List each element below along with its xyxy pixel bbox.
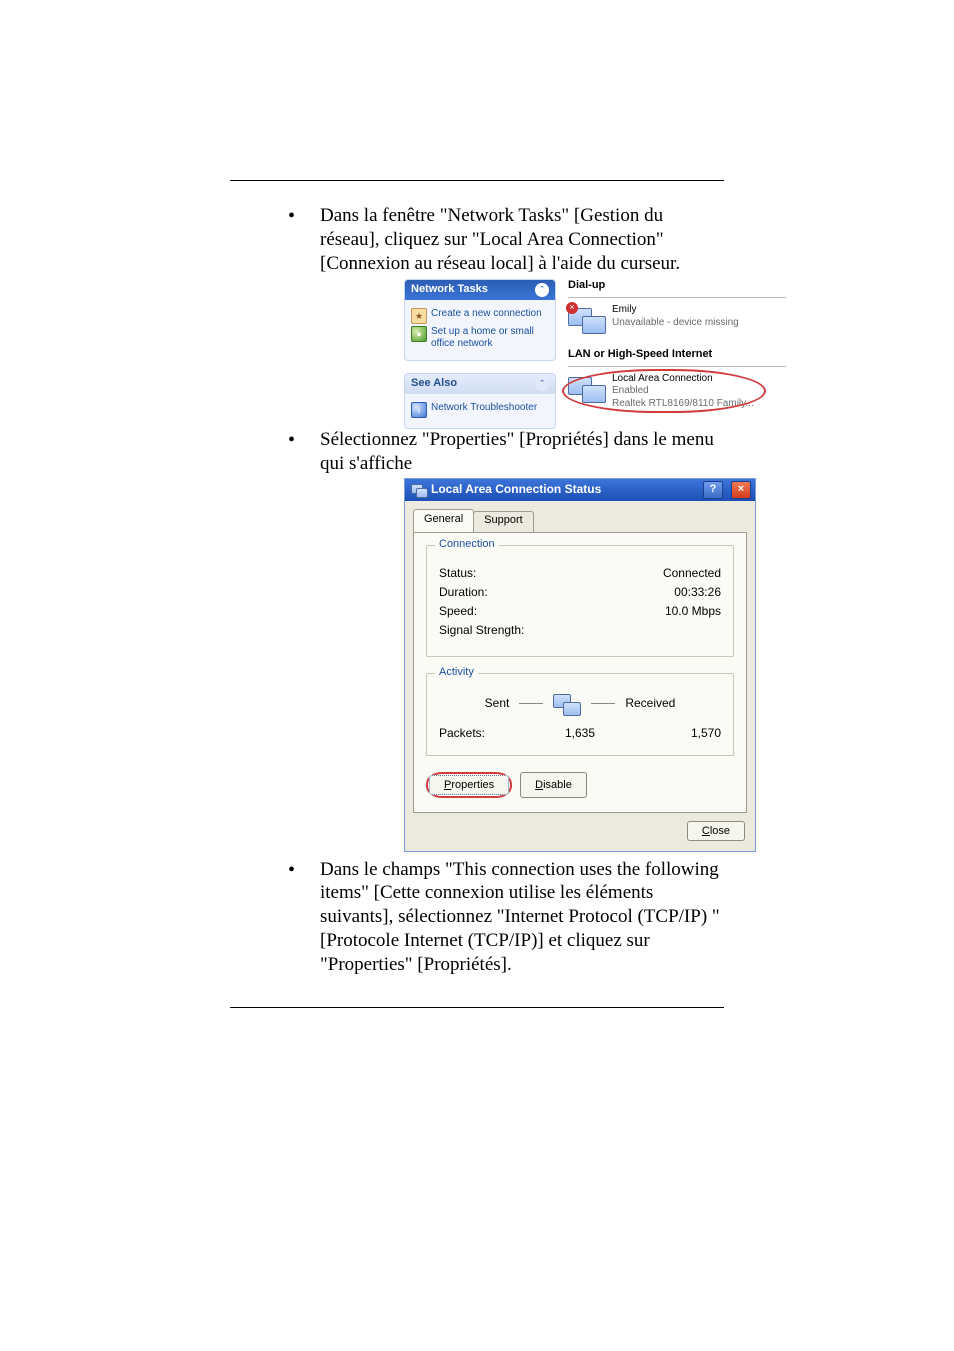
conn-name: Emily (612, 304, 739, 317)
panel-see-also: See Also ˆ i Network Troubleshooter (404, 373, 556, 429)
window-title: Local Area Connection Status (431, 482, 695, 497)
info-icon: i (411, 402, 427, 418)
value-duration: 00:33:26 (674, 585, 721, 600)
group-connection: Connection Status:Connected Duration:00:… (426, 545, 734, 657)
task-label: Create a new connection (431, 308, 542, 320)
globe-icon: ● (411, 326, 427, 342)
tab-general[interactable]: General (413, 509, 474, 532)
error-x-icon: × (566, 302, 578, 314)
disable-button[interactable]: Disable (520, 772, 587, 798)
titlebar: Local Area Connection Status ? × (405, 479, 755, 501)
activity-icon (553, 692, 581, 716)
value-packets-received: 1,570 (627, 726, 721, 741)
task-label: Set up a home or small office network (431, 326, 549, 350)
dash-left (519, 703, 543, 704)
bullet-text: Dans la fenêtre "Network Tasks" [Gestion… (320, 205, 680, 274)
panel-title: See Also (411, 377, 457, 391)
doc-bullet-1: Dans la fenêtre "Network Tasks" [Gestion… (230, 204, 724, 422)
annotation-highlight-ring: Properties (426, 772, 512, 798)
conn-status: Enabled (612, 385, 754, 398)
category-lan: LAN or High-Speed Internet (568, 348, 786, 362)
panel-title: Network Tasks (411, 283, 488, 297)
connection-dialup[interactable]: × Emily Unavailable - device missing (568, 304, 786, 338)
help-button[interactable]: ? (703, 481, 723, 499)
window-icon (411, 483, 425, 497)
label-sent: Sent (485, 696, 510, 711)
task-create-connection[interactable]: ★ Create a new connection (411, 308, 549, 324)
tab-strip: General Support (405, 501, 755, 532)
label-speed: Speed: (439, 604, 477, 619)
category-dialup: Dial-up (568, 279, 786, 293)
dialup-icon: × (568, 304, 606, 338)
label-status: Status: (439, 566, 476, 581)
label-signal: Signal Strength: (439, 623, 524, 638)
task-setup-network[interactable]: ● Set up a home or small office network (411, 326, 549, 350)
collapse-icon[interactable]: ˆ (535, 377, 549, 391)
link-label: Network Troubleshooter (431, 402, 537, 414)
label-duration: Duration: (439, 585, 488, 600)
tab-support[interactable]: Support (473, 511, 534, 532)
lan-icon (568, 373, 606, 407)
group-activity: Activity Sent Received Packets: (426, 673, 734, 756)
doc-bullet-3: Dans le champs "This connection uses the… (230, 858, 724, 977)
conn-status: Unavailable - device missing (612, 317, 739, 330)
doc-bullet-2: Sélectionnez "Properties" [Propriétés] d… (230, 428, 724, 851)
properties-button[interactable]: Properties (429, 775, 509, 795)
label-received: Received (625, 696, 675, 711)
close-button[interactable]: × (731, 481, 751, 499)
screenshot-network-connections: Network Tasks ˆ ★ Create a new connectio… (404, 279, 786, 422)
panel-network-tasks: Network Tasks ˆ ★ Create a new connectio… (404, 279, 556, 361)
wizard-icon: ★ (411, 308, 427, 324)
value-speed: 10.0 Mbps (665, 604, 721, 619)
collapse-icon[interactable]: ˆ (535, 283, 549, 297)
conn-adapter: Realtek RTL8169/8110 Family... (612, 398, 754, 411)
value-packets-sent: 1,635 (533, 726, 627, 741)
bullet-text: Sélectionnez "Properties" [Propriétés] d… (320, 429, 714, 474)
dash-right (591, 703, 615, 704)
value-status: Connected (663, 566, 721, 581)
group-legend: Activity (435, 666, 478, 680)
btn-label-rest: lose (710, 825, 730, 837)
btn-label-rest: isable (543, 779, 572, 791)
bullet-text: Dans le champs "This connection uses the… (320, 859, 720, 975)
conn-name: Local Area Connection (612, 373, 754, 386)
link-troubleshooter[interactable]: i Network Troubleshooter (411, 402, 549, 418)
connection-lan[interactable]: Local Area Connection Enabled Realtek RT… (568, 373, 786, 411)
close-dialog-button[interactable]: Close (687, 821, 745, 841)
label-packets: Packets: (439, 726, 533, 741)
btn-label-rest: roperties (451, 779, 494, 791)
screenshot-lac-status: Local Area Connection Status ? × General… (404, 478, 756, 852)
group-legend: Connection (435, 538, 499, 552)
